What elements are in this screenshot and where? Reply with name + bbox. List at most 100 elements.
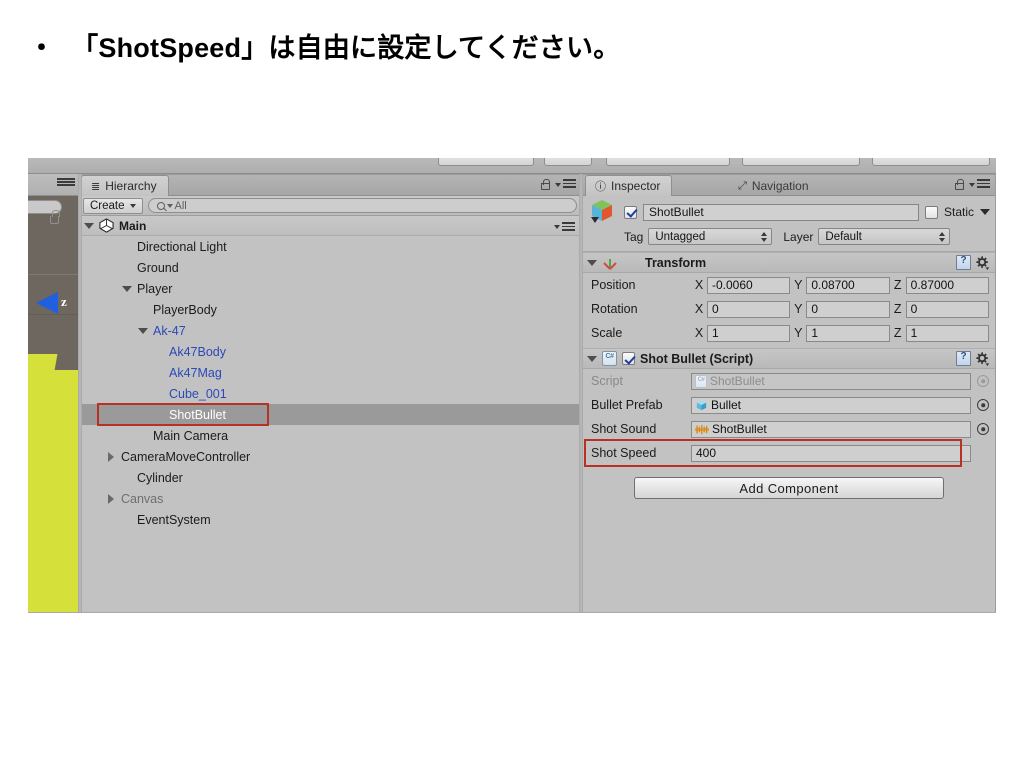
hierarchy-item-row[interactable]: Cube_001 (79, 383, 581, 404)
layer-dropdown[interactable]: Default (818, 228, 951, 245)
scene-view-panel[interactable]: z (28, 174, 78, 612)
transform-position-z-input[interactable]: 0.87000 (905, 276, 989, 294)
static-dropdown-chevron-icon[interactable] (980, 209, 990, 215)
hierarchy-item-row[interactable]: PlayerBody (79, 299, 581, 320)
chevron-down-icon[interactable] (138, 327, 148, 334)
inspector-tab-right-icons (955, 178, 990, 190)
axis-label-x: X (694, 302, 704, 316)
hierarchy-item-row[interactable]: EventSystem (79, 509, 581, 530)
hierarchy-item-row[interactable]: Canvas (79, 488, 581, 509)
transform-component-header[interactable]: Transform (583, 252, 995, 273)
hierarchy-item-row[interactable]: Ak47Mag (79, 362, 581, 383)
chevron-right-icon[interactable] (108, 493, 114, 504)
unity-editor-screenshot: ● ▬ z (28, 158, 996, 613)
transform-rotation-y-input[interactable]: 0 (806, 300, 890, 318)
hierarchy-item-row[interactable]: Ground (79, 257, 581, 278)
tab-inspector[interactable]: ⓘ Inspector (585, 175, 673, 196)
gear-icon[interactable] (976, 255, 990, 270)
script-enabled-checkbox[interactable] (622, 352, 635, 365)
script-shot-sound-field[interactable]: ShotBullet (691, 420, 971, 438)
lock-icon[interactable] (541, 178, 550, 190)
toolbar-button-play[interactable]: ● (438, 158, 534, 166)
object-picker-icon[interactable] (977, 423, 989, 435)
script-script-field[interactable]: ShotBullet (691, 372, 971, 390)
object-enabled-checkbox[interactable] (624, 205, 637, 219)
toolbar-button-collab[interactable] (606, 158, 730, 166)
tag-value: Untagged (655, 230, 706, 243)
transform-scale-y-input[interactable]: 1 (806, 324, 890, 342)
object-picker-icon[interactable] (977, 399, 989, 411)
transform-rotation-x-input[interactable]: 0 (707, 300, 791, 318)
transform-scale-z-input[interactable]: 1 (905, 324, 989, 342)
expand-arrow-slot[interactable] (105, 493, 117, 504)
hierarchy-item-row[interactable]: Ak-47 (79, 320, 581, 341)
hierarchy-scene-row[interactable]: Main (79, 216, 581, 236)
hierarchy-item-label: Cube_001 (169, 386, 227, 401)
tab-inspector-label: Inspector (611, 179, 661, 193)
expand-arrow-slot[interactable] (105, 451, 117, 462)
search-input-value: All (174, 199, 187, 212)
scene-gizmo-z-axis-icon[interactable] (36, 292, 58, 314)
scene-menu-icon[interactable] (57, 178, 75, 187)
panel-divider-left[interactable] (78, 174, 82, 612)
tab-hierarchy[interactable]: ≣ Hierarchy (81, 175, 169, 196)
script-shot-sound-row: Shot Sound ShotBullet (583, 417, 995, 441)
transform-position-y-input[interactable]: 0.08700 (806, 276, 890, 294)
create-button[interactable]: Create (83, 197, 143, 214)
transform-position-x-input[interactable]: -0.0060 (707, 276, 791, 294)
static-checkbox[interactable] (924, 205, 938, 219)
scene-context-menu-icon[interactable] (554, 222, 575, 233)
gear-icon[interactable] (976, 351, 990, 366)
expand-arrow-slot[interactable] (137, 327, 149, 334)
hamburger-menu-icon[interactable] (969, 179, 990, 190)
tag-dropdown[interactable]: Untagged (648, 228, 773, 245)
expand-arrow-slot[interactable] (121, 285, 133, 292)
transform-axis-icon (602, 255, 618, 270)
hierarchy-item-row[interactable]: Cylinder (79, 467, 581, 488)
editor-toolbar-strip: ● ▬ (28, 158, 996, 174)
hierarchy-item-label: Ak-47 (153, 323, 186, 338)
help-book-icon[interactable] (956, 351, 971, 366)
search-input[interactable]: All (147, 198, 577, 213)
script-shot-speed-field[interactable]: 400 (691, 444, 971, 462)
object-name-field[interactable]: ShotBullet (643, 203, 919, 221)
chevron-down-icon[interactable] (587, 259, 597, 266)
axis-label-z: Z (893, 278, 902, 292)
hierarchy-item-row[interactable]: Directional Light (79, 236, 581, 257)
field-value: 0.08700 (811, 278, 855, 292)
hamburger-menu-icon[interactable] (555, 179, 576, 190)
script-bullet-prefab-field[interactable]: Bullet (691, 396, 971, 414)
transform-rotation-z-input[interactable]: 0 (905, 300, 989, 318)
scene-lock-icon[interactable] (50, 210, 60, 224)
toolbar-button-account[interactable] (742, 158, 860, 166)
csharp-script-icon (602, 351, 617, 366)
hierarchy-item-row[interactable]: Ak47Body (79, 341, 581, 362)
panel-divider-right[interactable] (579, 174, 583, 612)
script-component-title: Shot Bullet (Script) (640, 351, 754, 366)
script-component-header[interactable]: Shot Bullet (Script) (583, 348, 995, 369)
chevron-down-icon[interactable] (587, 355, 597, 362)
object-picker-icon[interactable] (977, 375, 989, 387)
transform-scale-x-input[interactable]: 1 (707, 324, 791, 342)
chevron-down-icon[interactable] (84, 222, 94, 229)
help-book-icon[interactable] (956, 255, 971, 270)
hierarchy-item-row[interactable]: CameraMoveController (79, 446, 581, 467)
lock-icon[interactable] (955, 178, 964, 190)
tag-label: Tag (624, 229, 644, 244)
tab-navigation[interactable]: ⤢ Navigation (729, 176, 820, 196)
axis-label-z: Z (893, 302, 902, 316)
info-circle-icon: ⓘ (595, 181, 606, 193)
chevron-down-icon[interactable] (122, 285, 132, 292)
hierarchy-item-row[interactable]: Player (79, 278, 581, 299)
tab-navigation-label: Navigation (751, 179, 809, 193)
toolbar-button-layers[interactable]: ▬ (544, 158, 592, 166)
chevron-down-icon (129, 203, 136, 208)
hierarchy-tree[interactable]: Main Directional Light Ground Player Player… (79, 216, 581, 612)
hierarchy-item-label: Ak47Mag (169, 365, 222, 380)
toolbar-button-layout[interactable] (872, 158, 990, 166)
chevron-right-icon[interactable] (108, 451, 114, 462)
script-field-label: Script (591, 374, 623, 388)
add-component-button[interactable]: Add Component (634, 477, 944, 499)
hierarchy-item-row[interactable]: Main Camera (79, 425, 581, 446)
hierarchy-shotbullet-row[interactable]: ShotBullet (79, 404, 581, 425)
